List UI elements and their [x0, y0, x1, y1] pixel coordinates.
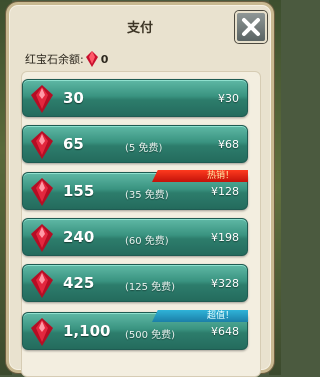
ruby-amount: 425 [63, 274, 95, 292]
dialog-title: 支付 [126, 21, 153, 36]
ruby-amount: 240 [63, 228, 95, 246]
purchase-item-155[interactable]: 155 (35 免费) ¥128 热销！ [22, 170, 248, 210]
bonus-text: (500 免费) [125, 330, 176, 341]
price-label: ¥128 [211, 185, 239, 198]
price-label: ¥198 [211, 231, 239, 244]
price-label: ¥648 [211, 325, 239, 338]
ruby-gem-icon [31, 131, 53, 159]
bonus-text: (125 免费) [125, 282, 176, 293]
balance-label: 红宝石余额: [25, 53, 84, 66]
purchase-item-30[interactable]: 30 ¥30 [22, 79, 248, 117]
ruby-gem-icon [31, 85, 53, 113]
bonus-text: (35 免费) [125, 190, 169, 201]
balance-value: 0 [100, 52, 109, 66]
bonus-text: (60 免费) [125, 236, 169, 247]
ruby-gem-icon [31, 318, 53, 346]
ruby-amount: 65 [63, 135, 84, 153]
ruby-gem-icon [85, 51, 98, 67]
ruby-amount: 155 [63, 182, 95, 200]
purchase-item-240[interactable]: 240 (60 免费) ¥198 [22, 218, 248, 256]
price-label: ¥68 [218, 138, 239, 151]
ruby-gem-icon [31, 270, 53, 298]
ruby-gem-icon [31, 224, 53, 252]
hot-sale-badge: 热销！ [152, 170, 248, 182]
close-x-icon [242, 18, 260, 36]
ruby-gem-icon [31, 178, 53, 206]
purchase-item-425[interactable]: 425 (125 免费) ¥328 [22, 264, 248, 302]
price-label: ¥30 [218, 92, 239, 105]
ruby-amount: 30 [63, 89, 84, 107]
ruby-amount: 1,100 [63, 322, 111, 340]
purchase-item-65[interactable]: 65 (5 免费) ¥68 [22, 125, 248, 163]
purchase-item-1100[interactable]: 1,100 (500 免费) ¥648 超值！ [22, 310, 248, 350]
price-label: ¥328 [211, 277, 239, 290]
ruby-balance: 红宝石余额: 0 [25, 51, 108, 67]
bonus-text: (5 免费) [125, 143, 163, 154]
best-value-badge: 超值！ [152, 310, 248, 322]
close-button[interactable] [235, 11, 267, 43]
